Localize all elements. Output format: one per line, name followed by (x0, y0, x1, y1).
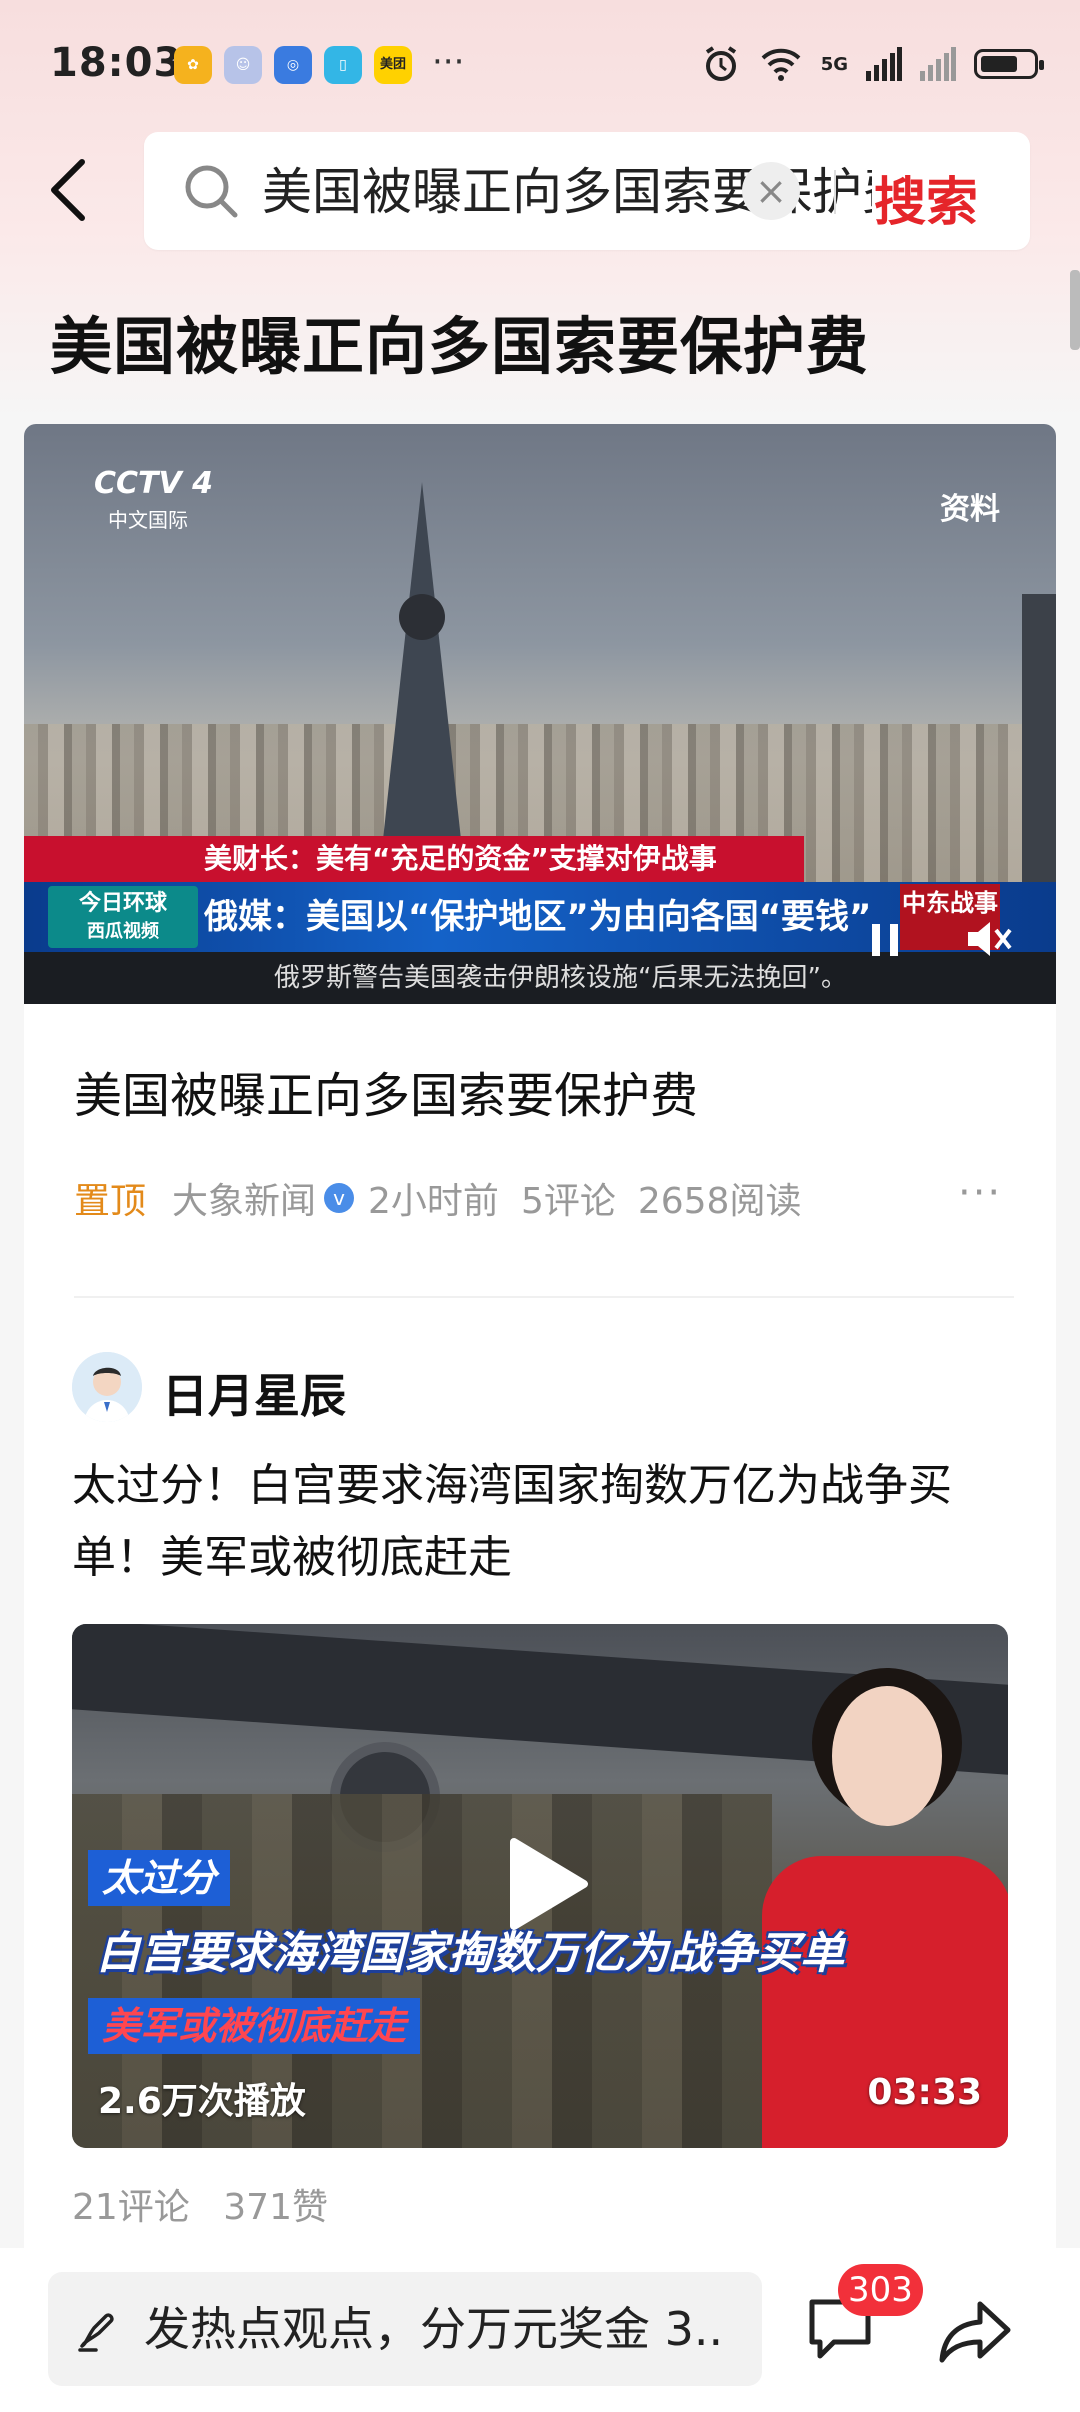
program-brand: 今日环球 西瓜视频 (48, 886, 198, 948)
archive-watermark: 资料 (940, 492, 1000, 527)
pause-button[interactable] (864, 920, 908, 960)
search-icon (185, 165, 238, 218)
video-duration: 03:33 (867, 2072, 982, 2113)
comment-count: 5评论 (520, 1181, 616, 1222)
publish-time: 2小时前 (368, 1181, 499, 1222)
comment-count-badge: 303 (838, 2264, 923, 2316)
post-text[interactable]: 太过分！白宫要求海湾国家掏数万亿为战争买单！美军或被彻底赶走 (72, 1450, 1032, 1594)
clear-search-button[interactable]: × (742, 162, 800, 220)
status-time: 18:03 (50, 40, 183, 86)
battery-icon (974, 49, 1044, 79)
program-name: 今日环球 (78, 891, 167, 916)
comment-input[interactable]: 发热点观点，分万元奖金 3.. (48, 2272, 762, 2386)
featured-video-player[interactable]: CCTV 4 中文国际 资料 美财长：美有“充足的资金”支撑对伊战事 俄媒：美国… (24, 424, 1056, 1004)
play-count: 2.6万次播放 (98, 2081, 306, 2122)
video-overlay-line3: 美军或被彻底赶走 (88, 1998, 421, 2054)
post-stats: 21评论 371赞 (72, 2178, 350, 2230)
pen-icon (78, 2313, 114, 2352)
channel-subtitle: 中文国际 (108, 508, 188, 532)
bottom-action-bar: 发热点观点，分万元奖金 3.. 303 (0, 2248, 1080, 2412)
share-arrow-icon (939, 2301, 1011, 2363)
more-notifications-icon: ··· (432, 42, 465, 82)
video-overlay-line2: 白宫要求海湾国家掏数万亿为战争买单 (96, 1928, 844, 1979)
source-name[interactable]: 大象新闻 (172, 1172, 316, 1224)
user-avatar-icon (72, 1352, 142, 1422)
play-button[interactable] (500, 1834, 590, 1934)
signal-sim2-icon (920, 47, 956, 81)
search-button[interactable]: 搜索 (874, 160, 978, 235)
divider (74, 1296, 1014, 1298)
page-title: 美国被曝正向多国索要保护费 (50, 310, 870, 383)
meituan-app-icon: 美团 (374, 46, 412, 84)
chevron-left-icon (51, 159, 85, 221)
wifi-icon (761, 48, 801, 81)
post-comment-count[interactable]: 21评论 (72, 2187, 190, 2228)
alarm-icon (705, 46, 736, 81)
article-title[interactable]: 美国被曝正向多国索要保护费 (74, 1056, 698, 1126)
video-frame-tower-ball (399, 594, 445, 640)
avatar[interactable] (72, 1352, 142, 1422)
book-app-icon: ▯ (324, 46, 362, 84)
back-button[interactable] (40, 150, 100, 230)
video-overlay-line1: 太过分 (88, 1850, 231, 1906)
system-icons: 5G (701, 44, 1044, 84)
pause-icon (872, 924, 898, 956)
speaker-muted-icon (968, 922, 1012, 956)
search-divider (834, 170, 836, 214)
post-like-count[interactable]: 371赞 (223, 2187, 328, 2228)
more-options-button[interactable]: ··· (958, 1170, 1002, 1216)
post-video-thumbnail[interactable]: 太过分 白宫要求海湾国家掏数万亿为战争买单 美军或被彻底赶走 2.6万次播放 0… (72, 1624, 1008, 2148)
channel-logo: CCTV 4 (94, 466, 214, 501)
signal-strength-icon (866, 47, 902, 81)
read-count: 2658阅读 (637, 1181, 802, 1222)
comment-placeholder: 发热点观点，分万元奖金 3.. (144, 2302, 724, 2356)
search-bar[interactable]: 美国被曝正向多国索要保护费 × 搜索 (144, 132, 1030, 250)
scrollbar[interactable] (1070, 270, 1080, 350)
mute-button[interactable] (964, 916, 1014, 962)
results-card: CCTV 4 中文国际 资料 美财长：美有“充足的资金”支撑对伊战事 俄媒：美国… (24, 424, 1056, 2264)
watermark-brand: 西瓜视频 (87, 921, 159, 942)
pinwheel-app-icon: ✿ (174, 46, 212, 84)
author-name[interactable]: 日月星辰 (162, 1360, 346, 1426)
verified-icon: v (324, 1183, 355, 1213)
close-icon: × (755, 169, 787, 213)
lightbulb-app-icon: ◎ (274, 46, 312, 84)
status-bar: 18:03 ✿ ☺ ◎ ▯ 美团 ··· 5G (0, 0, 1080, 136)
network-type-label: 5G (820, 53, 848, 75)
pinned-label: 置顶 (74, 1181, 147, 1222)
chat-bot-app-icon: ☺ (224, 46, 262, 84)
share-button[interactable] (938, 2298, 1014, 2368)
news-ticker-red: 美财长：美有“充足的资金”支撑对伊战事 (24, 836, 804, 882)
play-icon (510, 1838, 588, 1930)
article-meta: 置顶 大象新闻 v 2小时前 5评论 2658阅读 (74, 1172, 801, 1224)
